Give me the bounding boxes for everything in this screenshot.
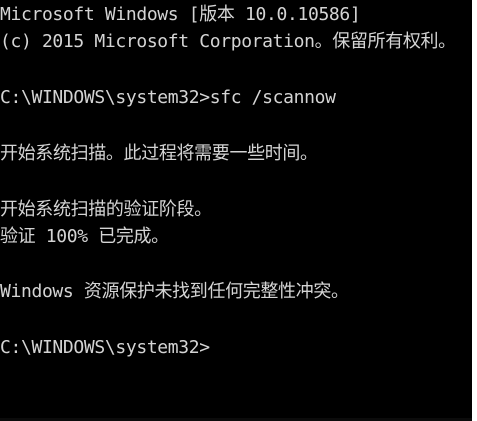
window-right-edge <box>472 0 477 421</box>
console-window[interactable]: Microsoft Windows [版本 10.0.10586] (c) 20… <box>0 0 472 421</box>
verification-complete-message: 验证 100% 已完成。 <box>0 226 169 247</box>
version-line: Microsoft Windows [版本 10.0.10586] <box>0 4 361 25</box>
integrity-result-message: Windows 资源保护未找到任何完整性冲突。 <box>0 281 349 302</box>
copyright-line: (c) 2015 Microsoft Corporation。保留所有权利。 <box>0 31 456 52</box>
prompt-line[interactable]: C:\WINDOWS\system32> <box>0 337 210 359</box>
scan-start-message: 开始系统扫描。此过程将需要一些时间。 <box>0 143 318 164</box>
verification-phase-message: 开始系统扫描的验证阶段。 <box>0 199 212 220</box>
command-line: C:\WINDOWS\system32>sfc /scannow <box>0 87 336 108</box>
